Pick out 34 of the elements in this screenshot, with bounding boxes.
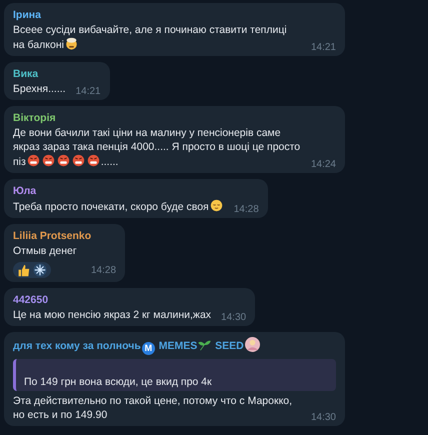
message-time: 14:21	[76, 85, 101, 99]
message-text: Де вони бачили такі ціни на малину у пенсіонерів саме якраз зараз така пенція 4000..... Я просто в шоці це просто піз ......	[13, 126, 301, 169]
sprout-icon	[198, 338, 212, 351]
message-time: 14:28	[91, 264, 116, 278]
message-text: Це на мою пенсію якраз 2 кг малини,жах	[13, 308, 212, 322]
reaction-pill[interactable]	[13, 262, 51, 278]
message-time: 14:24	[310, 158, 336, 172]
emoji-icon	[210, 199, 223, 212]
sender-name: для тех кому за полночь M MEMES SEED	[13, 337, 336, 354]
message-time: 14:28	[234, 203, 259, 217]
message-text: Отмыв денег	[13, 244, 78, 258]
message-text: Брехня......	[13, 82, 66, 96]
sender-name: Liliia Protsenko	[13, 229, 92, 243]
thumbs-up-icon	[17, 264, 30, 276]
message-text: Всеее сусіди вибачайте, але я починаю ставити теплиці на балконі	[13, 23, 288, 52]
emoji-icon	[72, 154, 85, 167]
message-time: 14:30	[310, 410, 336, 424]
message-text: Треба просто почекати, скоро буде своя	[13, 199, 224, 214]
message-text: Эта действительно по такой цене, потому что с Марокко, но есть и по 149.90	[13, 394, 294, 422]
sender-name: Вікторія	[13, 111, 57, 125]
sender-name: Вика	[13, 67, 40, 81]
sender-name: Ірина	[13, 8, 42, 22]
avatar-icon	[244, 337, 260, 352]
message-time: 14:30	[221, 311, 246, 325]
emoji-icon	[64, 37, 78, 50]
sender-name: 442650	[13, 293, 50, 307]
emoji-icon	[86, 154, 100, 167]
message-time: 14:21	[310, 41, 336, 55]
quoted-reply: По 149 грн вона всюди, це вкид про 4к	[13, 358, 336, 390]
emoji-icon	[56, 154, 70, 167]
emoji-icon	[26, 154, 40, 167]
sender-name: Юла	[13, 184, 38, 198]
emoji-icon	[42, 154, 55, 167]
sparkle-icon	[33, 263, 47, 277]
